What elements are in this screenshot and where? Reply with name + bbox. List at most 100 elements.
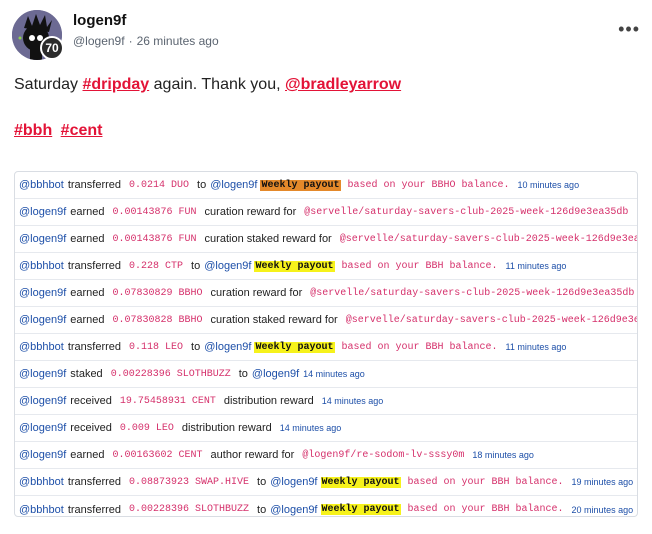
transaction-amount: 0.00143876 FUN bbox=[112, 233, 197, 245]
transaction-time: 19 minutes ago bbox=[571, 477, 634, 487]
transaction-link[interactable]: @servelle/saturday-savers-club-2025-week… bbox=[340, 234, 637, 245]
transaction-row: @logen9f received 0.009 LEO distribution re… bbox=[15, 415, 637, 442]
transaction-link[interactable]: @servelle/saturday-savers-club-2025-week… bbox=[346, 315, 637, 326]
transaction-user[interactable]: @bbhbot bbox=[19, 341, 64, 353]
transaction-amount: 0.00143876 FUN bbox=[112, 206, 197, 218]
transaction-connector: to bbox=[197, 179, 207, 191]
reputation-badge: 70 bbox=[40, 36, 64, 60]
transaction-user[interactable]: @logen9f bbox=[19, 314, 66, 326]
transaction-user[interactable]: @bbhbot bbox=[19, 504, 64, 516]
transaction-time: 14 minutes ago bbox=[279, 423, 342, 433]
transaction-user[interactable]: @bbhbot bbox=[19, 179, 64, 191]
post-meta: @logen9f · 26 minutes ago bbox=[73, 34, 219, 48]
transaction-target[interactable]: @logen9f bbox=[252, 368, 299, 380]
transaction-time: 20 minutes ago bbox=[571, 504, 634, 515]
transaction-connector: to bbox=[257, 476, 267, 488]
payout-highlight: Weekly payout bbox=[320, 504, 401, 515]
transaction-action: transferred bbox=[67, 179, 122, 191]
transaction-amount: 0.009 LEO bbox=[119, 422, 174, 434]
payout-highlight: Weekly payout bbox=[254, 341, 335, 353]
hashtag-bbh[interactable]: #bbh bbox=[14, 122, 52, 139]
transaction-connector: to bbox=[257, 503, 267, 516]
transaction-action: earned bbox=[70, 449, 105, 461]
transaction-action: transferred bbox=[67, 503, 122, 516]
transaction-row: @logen9f earned 0.07830828 BBHO curation st… bbox=[15, 307, 637, 334]
payout-highlight: Weekly payout bbox=[260, 179, 341, 191]
payout-highlight: Weekly payout bbox=[254, 260, 335, 272]
transaction-row: @logen9f earned 0.00143876 FUN curation sta… bbox=[15, 226, 637, 253]
transaction-user[interactable]: @logen9f bbox=[19, 233, 66, 245]
transaction-amount: 19.75458931 CENT bbox=[119, 395, 216, 407]
transaction-target[interactable]: @logen9f bbox=[204, 341, 251, 353]
transaction-description: distribution reward bbox=[181, 422, 272, 434]
transaction-target[interactable]: @logen9f bbox=[270, 504, 317, 516]
transaction-user[interactable]: @bbhbot bbox=[19, 260, 64, 272]
transaction-note: based on your BBHO balance. bbox=[347, 179, 510, 191]
transaction-action: received bbox=[70, 422, 112, 434]
transaction-amount: 0.118 LEO bbox=[129, 341, 184, 353]
body-middle: again. Thank you, bbox=[153, 76, 281, 93]
transaction-action: transferred bbox=[67, 260, 122, 272]
transaction-action: received bbox=[70, 395, 112, 407]
transaction-link[interactable]: @servelle/saturday-savers-club-2025-week… bbox=[304, 207, 628, 218]
transaction-row: @bbhbot transferred 0.228 CTP to @logen9f Wee… bbox=[15, 253, 637, 280]
transaction-user[interactable]: @logen9f bbox=[19, 206, 66, 218]
transaction-amount: 0.00228396 SLOTHBUZZ bbox=[129, 504, 250, 515]
transaction-connector: to bbox=[191, 260, 201, 272]
transaction-row: @bbhbot transferred 0.0214 DUO to @logen9f We… bbox=[15, 172, 637, 199]
mention-bradleyarrow[interactable]: @bradleyarrow bbox=[285, 76, 401, 93]
transaction-target[interactable]: @logen9f bbox=[270, 476, 317, 488]
transaction-amount: 0.228 CTP bbox=[129, 260, 184, 272]
transaction-time: 14 minutes ago bbox=[303, 369, 365, 379]
transaction-time: 18 minutes ago bbox=[472, 450, 534, 460]
transaction-amount: 0.08873923 SWAP.HIVE bbox=[129, 476, 250, 488]
hashtag-dripday[interactable]: #dripday bbox=[83, 76, 150, 93]
transaction-action: earned bbox=[70, 314, 105, 326]
transaction-user[interactable]: @logen9f bbox=[19, 368, 66, 380]
transaction-note: based on your BBH balance. bbox=[407, 476, 564, 488]
transaction-amount: 0.00163602 CENT bbox=[112, 449, 203, 461]
transaction-user[interactable]: @logen9f bbox=[19, 422, 66, 434]
transaction-row: @bbhbot transferred 0.08873923 SWAP.HIVE to… bbox=[15, 469, 637, 496]
transaction-time: 14 minutes ago bbox=[321, 396, 384, 406]
transaction-row: @logen9f received 19.75458931 CENT distribu… bbox=[15, 388, 637, 415]
author-handle[interactable]: @logen9f bbox=[73, 34, 125, 48]
transaction-description: author reward for bbox=[210, 449, 295, 461]
transaction-user[interactable]: @logen9f bbox=[19, 449, 66, 461]
post-body: Saturday #dripday again. Thank you, @bra… bbox=[14, 76, 401, 94]
transaction-amount: 0.07830828 BBHO bbox=[112, 314, 203, 326]
transaction-row: @logen9f staked 0.00228396 SLOTHBUZZ to @log… bbox=[15, 361, 637, 388]
transactions-list: @bbhbot transferred 0.0214 DUO to @logen9f We… bbox=[14, 171, 638, 517]
post-tags: #bbh #cent bbox=[14, 122, 106, 140]
transaction-amount: 0.0214 DUO bbox=[129, 179, 190, 191]
transaction-note: based on your BBH balance. bbox=[341, 341, 498, 353]
transaction-user[interactable]: @bbhbot bbox=[19, 476, 64, 488]
transaction-row: @logen9f earned 0.00143876 FUN curation rew… bbox=[15, 199, 637, 226]
author-name[interactable]: logen9f bbox=[73, 12, 126, 29]
transaction-description: curation reward for bbox=[210, 287, 303, 299]
transaction-row: @logen9f earned 0.00163602 CENT author rewa… bbox=[15, 442, 637, 469]
body-prefix: Saturday bbox=[14, 76, 79, 93]
transaction-connector: to bbox=[191, 341, 201, 353]
post-header: 70 logen9f @logen9f · 26 minutes ago ••• bbox=[12, 10, 640, 60]
transaction-description: distribution reward bbox=[223, 395, 314, 407]
hashtag-cent[interactable]: #cent bbox=[61, 122, 103, 139]
transaction-link[interactable]: @logen9f/re-sodom-lv-sssy0m bbox=[302, 450, 464, 461]
transaction-user[interactable]: @logen9f bbox=[19, 395, 66, 407]
transaction-target[interactable]: @logen9f bbox=[204, 260, 251, 272]
payout-highlight: Weekly payout bbox=[320, 476, 401, 488]
transaction-target[interactable]: @logen9f bbox=[210, 179, 257, 191]
transaction-action: earned bbox=[70, 233, 105, 245]
transaction-action: transferred bbox=[67, 341, 122, 353]
transaction-connector: to bbox=[238, 368, 248, 380]
transaction-row: @logen9f earned 0.07830829 BBHO curation re… bbox=[15, 280, 637, 307]
more-horizontal-icon[interactable]: ••• bbox=[618, 20, 640, 38]
transaction-time: 11 minutes ago bbox=[505, 261, 567, 271]
transaction-row: @bbhbot transferred 0.00228396 SLOTHBUZZ to… bbox=[15, 496, 637, 523]
transaction-description: curation staked reward for bbox=[204, 233, 332, 245]
transaction-action: earned bbox=[70, 287, 105, 299]
transaction-amount: 0.00228396 SLOTHBUZZ bbox=[110, 368, 231, 380]
transaction-user[interactable]: @logen9f bbox=[19, 287, 66, 299]
transaction-link[interactable]: @servelle/saturday-savers-club-2025-week… bbox=[310, 288, 634, 299]
post-time: 26 minutes ago bbox=[136, 34, 219, 48]
